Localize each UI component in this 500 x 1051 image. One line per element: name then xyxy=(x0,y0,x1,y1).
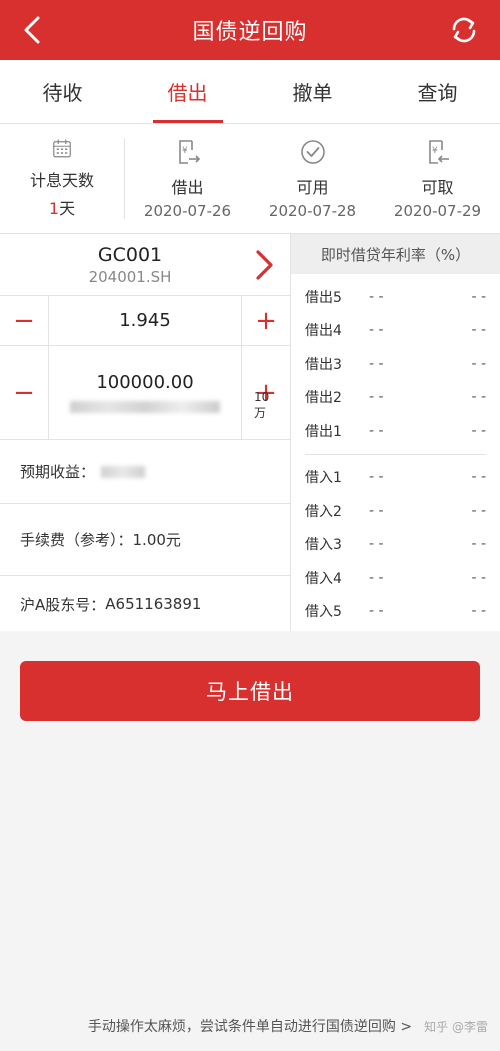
interest-days: 计息天数 1天 xyxy=(0,138,125,219)
date-summary: 计息天数 1天 ¥ 借出 2020-07-26 可用 2020-07-28 ¥ … xyxy=(0,124,500,234)
watermark: 知乎 @李雷 xyxy=(424,1020,488,1034)
amount-increase-button[interactable]: +10万 xyxy=(242,346,290,439)
fee-label: 手续费（参考）： xyxy=(20,531,133,549)
rate-row[interactable]: 借出2- -- - xyxy=(305,381,486,415)
app-header: 国债逆回购 xyxy=(0,0,500,60)
account-value: A651163891 xyxy=(105,595,202,613)
page-title: 国债逆回购 xyxy=(192,20,308,45)
rate-row[interactable]: 借入5- -- - xyxy=(305,595,486,629)
amount-decrease-button[interactable]: − xyxy=(0,346,48,439)
rate-row[interactable]: 借出4- -- - xyxy=(305,314,486,348)
price-increase-button[interactable]: + xyxy=(242,296,290,345)
lend-date: ¥ 借出 2020-07-26 xyxy=(125,124,250,233)
order-form: GC001 204001.SH − 1.945 + − 100000.00 +1… xyxy=(0,234,291,631)
price-stepper: − 1.945 + xyxy=(0,296,290,346)
refresh-icon[interactable] xyxy=(446,12,482,48)
rate-row[interactable]: 借入2- -- - xyxy=(305,494,486,528)
yuan-in-icon: ¥ xyxy=(428,140,449,164)
check-circle-icon xyxy=(300,140,325,164)
chevron-right-icon[interactable] xyxy=(252,248,276,282)
tab-bar: 待收 借出 撤单 查询 xyxy=(0,60,500,124)
rate-header: 即时借贷年利率（%） xyxy=(291,234,500,274)
svg-text:¥: ¥ xyxy=(182,146,188,156)
lend-rates: 借出5- -- - 借出4- -- - 借出3- -- - 借出2- -- - … xyxy=(305,274,486,455)
rate-row[interactable]: 借入1- -- - xyxy=(305,461,486,495)
amount-value: 100000.00 xyxy=(96,372,194,393)
expected-income-blurred xyxy=(101,465,146,478)
tab-query[interactable]: 查询 xyxy=(375,60,500,123)
tab-cancel[interactable]: 撤单 xyxy=(250,60,375,123)
rate-row[interactable]: 借出3- -- - xyxy=(305,347,486,381)
rate-list: 借出5- -- - 借出4- -- - 借出3- -- - 借出2- -- - … xyxy=(291,274,500,634)
product-selector[interactable]: GC001 204001.SH xyxy=(0,234,290,296)
rate-row[interactable]: 借出1- -- - xyxy=(305,414,486,448)
fee-value: 1.00元 xyxy=(132,531,181,549)
lend-label: 借出 xyxy=(171,178,204,197)
withdraw-label: 可取 xyxy=(421,178,454,197)
product-code: GC001 xyxy=(97,243,163,266)
available-label: 可用 xyxy=(296,178,329,197)
rate-panel: 即时借贷年利率（%） 借出5- -- - 借出4- -- - 借出3- -- -… xyxy=(291,234,500,631)
interest-days-value: 1天 xyxy=(48,199,76,218)
svg-text:¥: ¥ xyxy=(432,146,438,156)
amount-stepper: − 100000.00 +10万 xyxy=(0,346,290,440)
withdraw-date-value: 2020-07-29 xyxy=(393,202,482,220)
amount-step-unit: 10万 xyxy=(254,390,270,420)
product-market-code: 204001.SH xyxy=(88,267,172,286)
interest-days-label: 计息天数 xyxy=(29,171,94,190)
account-label: 沪A股东号： xyxy=(20,595,106,614)
rate-row[interactable]: 借出5- -- - xyxy=(305,280,486,314)
yuan-out-icon: ¥ xyxy=(178,140,200,164)
rate-row[interactable]: 借入3- -- - xyxy=(305,528,486,562)
available-date-value: 2020-07-28 xyxy=(268,202,357,220)
price-decrease-button[interactable]: − xyxy=(0,296,48,345)
tab-lend[interactable]: 借出 xyxy=(125,60,250,123)
calendar-icon xyxy=(53,139,71,158)
available-date: 可用 2020-07-28 xyxy=(250,124,375,233)
expected-income-label: 预期收益： xyxy=(20,463,96,481)
fee-row: 手续费（参考）： 1.00元 xyxy=(0,504,290,576)
expected-income-row: 预期收益： xyxy=(0,440,290,504)
lend-now-button[interactable]: 马上借出 xyxy=(20,661,480,721)
order-panel: GC001 204001.SH − 1.945 + − 100000.00 +1… xyxy=(0,234,500,631)
tab-pending[interactable]: 待收 xyxy=(0,60,125,123)
available-amount-blurred xyxy=(70,401,220,413)
price-input[interactable]: 1.945 xyxy=(48,296,242,345)
lend-date-value: 2020-07-26 xyxy=(143,202,232,220)
amount-input[interactable]: 100000.00 xyxy=(48,346,242,439)
rate-row[interactable]: 借入4- -- - xyxy=(305,561,486,595)
account-row: 沪A股东号： A651163891 xyxy=(0,576,290,632)
borrow-rates: 借入1- -- - 借入2- -- - 借入3- -- - 借入4- -- - … xyxy=(305,455,486,635)
withdraw-date: ¥ 可取 2020-07-29 xyxy=(375,124,500,233)
back-arrow-icon[interactable] xyxy=(14,10,54,50)
